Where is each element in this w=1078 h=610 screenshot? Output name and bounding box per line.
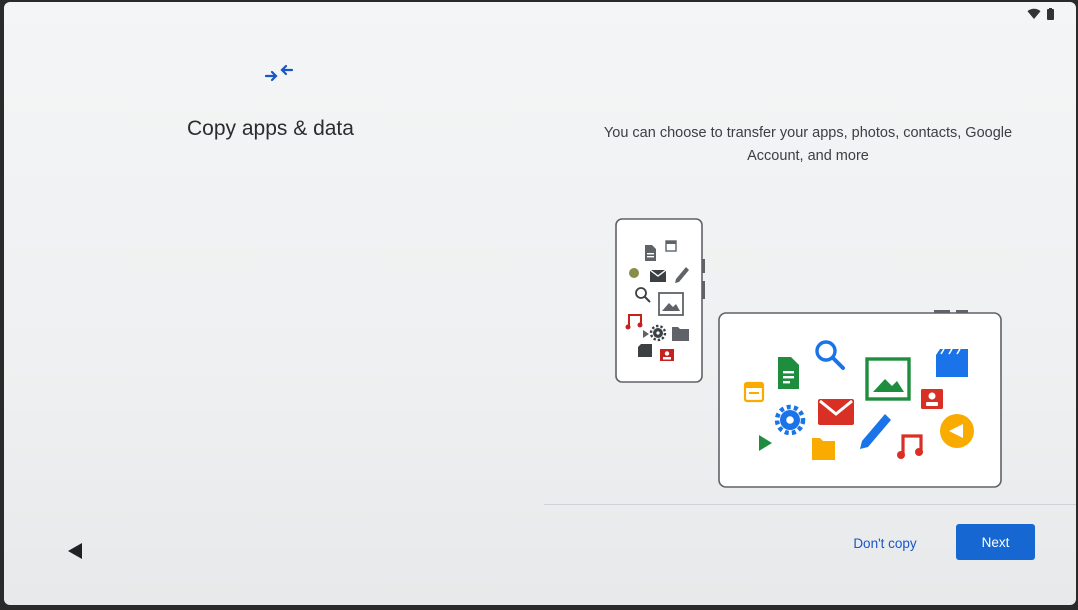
document-icon xyxy=(645,245,656,261)
page-title: Copy apps & data xyxy=(187,117,354,140)
mail-icon xyxy=(649,269,667,282)
audio-icon xyxy=(629,268,639,278)
dont-copy-button[interactable]: Don't copy xyxy=(834,526,936,560)
transfer-illustration xyxy=(615,218,1002,488)
status-bar xyxy=(1027,6,1054,22)
video-icon xyxy=(638,344,652,357)
contact-icon xyxy=(921,389,943,409)
tablet-illustration xyxy=(718,310,1002,488)
back-button[interactable] xyxy=(64,540,86,562)
description: You can choose to transfer your apps, ph… xyxy=(603,125,1013,164)
folder-icon xyxy=(812,438,835,460)
footer-divider xyxy=(544,504,1076,505)
phone-illustration xyxy=(615,218,705,383)
battery-icon xyxy=(1047,8,1054,20)
folder-icon xyxy=(672,327,689,341)
mail-icon xyxy=(818,399,854,425)
contact-icon xyxy=(660,349,674,361)
transfer-icon xyxy=(264,64,294,82)
back-arrow-icon xyxy=(68,543,82,559)
wifi-icon xyxy=(1027,8,1041,19)
setup-screen: Copy apps & data You can choose to trans… xyxy=(4,2,1076,605)
next-button[interactable]: Next xyxy=(956,524,1035,560)
video-icon xyxy=(936,348,968,377)
audio-icon xyxy=(940,414,974,448)
